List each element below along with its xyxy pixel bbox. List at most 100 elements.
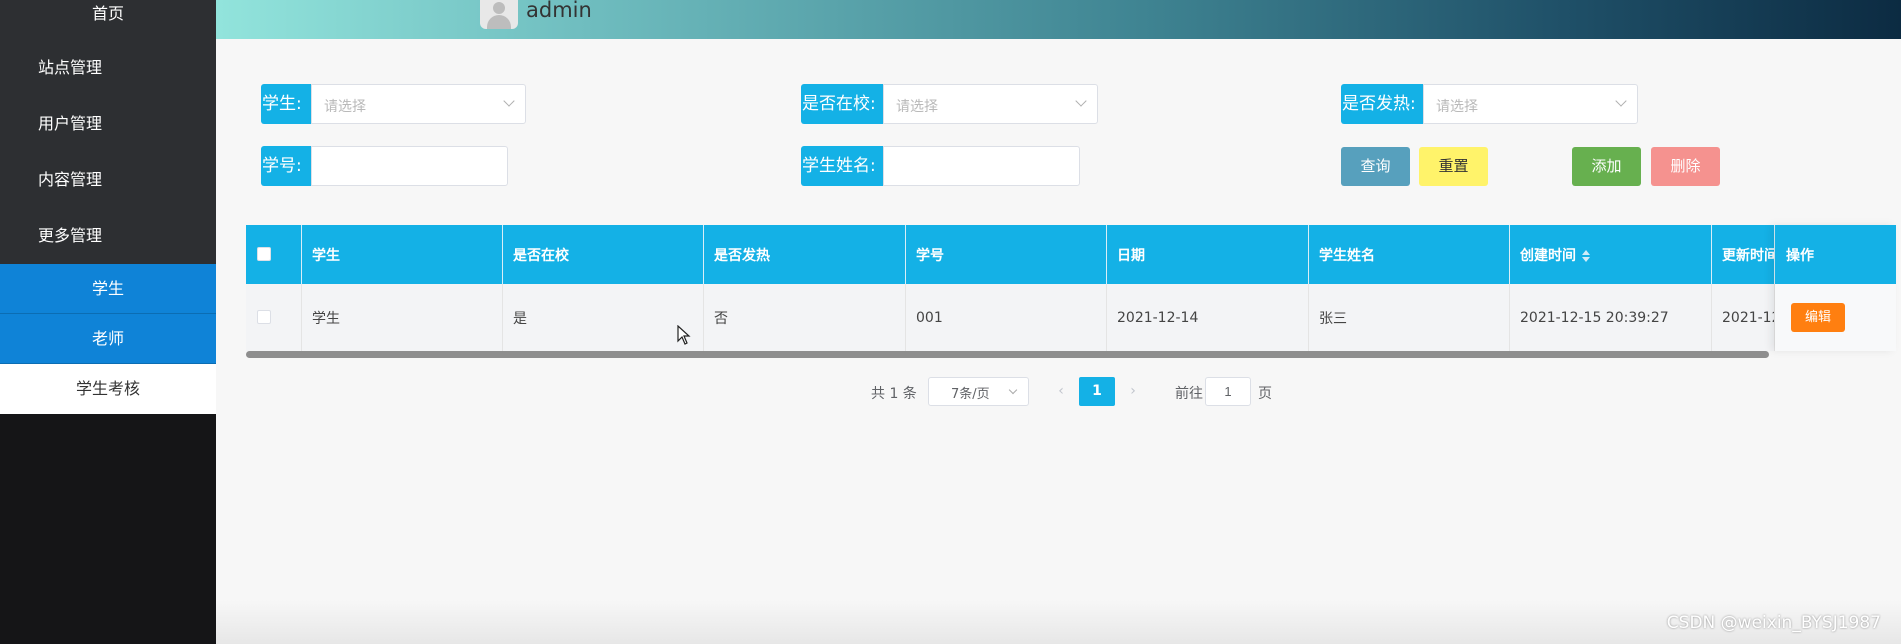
edit-button[interactable]: 编辑	[1791, 303, 1845, 332]
pagination-total: 共 1 条	[871, 386, 917, 402]
chevron-down-icon	[1075, 95, 1087, 107]
avatar-head-icon	[493, 2, 505, 14]
sidebar-item-content-management[interactable]: 内容管理	[0, 152, 216, 208]
column-header-fever[interactable]: 是否发热	[704, 225, 906, 284]
delete-button[interactable]: 删除	[1651, 147, 1720, 186]
cell-text: 张三	[1319, 310, 1347, 327]
horizontal-scrollbar[interactable]	[246, 351, 1769, 358]
query-button[interactable]: 查询	[1341, 147, 1410, 186]
sidebar-subitem-student[interactable]: 学生	[0, 264, 216, 314]
add-button[interactable]: 添加	[1572, 147, 1641, 186]
page-number-current[interactable]: 1	[1079, 377, 1115, 406]
cell-date: 2021-12-14	[1107, 284, 1309, 351]
page-size-value: 7条/页	[951, 387, 990, 402]
student-name-input[interactable]	[883, 146, 1080, 186]
fixed-action-column: 操作 编辑	[1775, 225, 1896, 351]
sidebar-item-label: 更多管理	[38, 226, 103, 245]
table-header: 学生 是否在校 是否发热 学号 日期 学生姓名 创建时间 更新时间	[246, 225, 1896, 284]
column-header-label: 是否在校	[513, 247, 569, 264]
row-select-cell	[246, 284, 302, 351]
sidebar-item-site-management[interactable]: 站点管理	[0, 40, 216, 96]
in-school-select[interactable]: 请选择	[883, 84, 1098, 124]
student-select-placeholder: 请选择	[324, 99, 366, 115]
student-no-input[interactable]	[311, 146, 508, 186]
cell-updated-time: 2021-12	[1712, 284, 1775, 351]
column-header-label: 学生姓名	[1319, 247, 1375, 264]
column-header-date[interactable]: 日期	[1107, 225, 1309, 284]
column-header-label: 学生	[312, 247, 340, 264]
in-school-filter-label: 是否在校:	[801, 84, 884, 124]
watermark: CSDN @weixin_BYSJ1987	[1666, 613, 1881, 633]
cell-in-school: 是	[503, 284, 704, 351]
goto-page-input[interactable]	[1205, 377, 1251, 406]
cell-student-name: 张三	[1309, 284, 1510, 351]
reset-button[interactable]: 重置	[1419, 147, 1488, 186]
sidebar-item-home[interactable]: 首页	[0, 0, 216, 40]
column-header-in-school[interactable]: 是否在校	[503, 225, 704, 284]
sidebar-item-label: 内容管理	[38, 170, 103, 189]
cell-student: 学生	[302, 284, 503, 351]
table-row: 学生 是 否 001 2021-12-14 张三 2021-12-15 20:3…	[246, 284, 1896, 351]
sidebar-subitem-teacher[interactable]: 老师	[0, 314, 216, 364]
column-header-label: 是否发热	[714, 247, 770, 264]
cell-text: 001	[916, 309, 943, 326]
sort-icon[interactable]	[1582, 249, 1590, 262]
chevron-down-icon	[503, 95, 515, 107]
avatar-body-icon	[487, 15, 511, 29]
chevron-down-icon	[1615, 95, 1627, 107]
column-header-student[interactable]: 学生	[302, 225, 503, 284]
student-filter-label: 学生:	[261, 84, 312, 124]
goto-prefix: 前往	[1175, 386, 1203, 402]
column-header-student-no[interactable]: 学号	[906, 225, 1107, 284]
student-no-filter-label: 学号:	[261, 146, 312, 186]
cell-text: 2021-12	[1722, 309, 1775, 326]
cell-text: 2021-12-14	[1117, 309, 1199, 326]
cell-student-no: 001	[906, 284, 1107, 351]
goto-suffix: 页	[1258, 386, 1272, 402]
fever-select-placeholder: 请选择	[1436, 99, 1478, 115]
sidebar-item-label: 站点管理	[38, 58, 103, 77]
select-all-cell	[246, 225, 302, 284]
page-size-select[interactable]: 7条/页	[928, 377, 1029, 406]
student-select[interactable]: 请选择	[311, 84, 526, 124]
username: admin	[526, 0, 592, 22]
sidebar-subitem-label: 老师	[91, 329, 124, 348]
cell-text: 是	[513, 310, 527, 327]
action-cell: 编辑	[1775, 284, 1896, 351]
sidebar-subitem-label: 学生考核	[75, 379, 140, 398]
in-school-select-placeholder: 请选择	[896, 99, 938, 115]
column-header-label-wrap: 创建时间	[1520, 245, 1590, 265]
sidebar-subitem-student-assessment[interactable]: 学生考核	[0, 364, 216, 414]
column-header-label: 操作	[1786, 248, 1814, 264]
prev-page-button[interactable]: ‹	[1043, 377, 1079, 406]
sidebar-item-label: 首页	[91, 4, 124, 23]
sidebar-item-more-management[interactable]: 更多管理	[0, 208, 216, 264]
column-header-label: 创建时间	[1520, 247, 1576, 264]
cell-created-time: 2021-12-15 20:39:27	[1510, 284, 1712, 351]
bottom-shade	[216, 600, 1901, 644]
column-header-student-name[interactable]: 学生姓名	[1309, 225, 1510, 284]
column-header-action: 操作	[1775, 225, 1896, 284]
sidebar-item-label: 用户管理	[38, 114, 103, 133]
column-header-label: 学号	[916, 247, 944, 264]
select-all-checkbox[interactable]	[257, 247, 271, 261]
column-header-updated-time[interactable]: 更新时间	[1712, 225, 1775, 284]
cell-text: 学生	[312, 310, 340, 327]
student-name-filter-label: 学生姓名:	[801, 146, 884, 186]
cell-fever: 否	[704, 284, 906, 351]
column-header-label: 日期	[1117, 247, 1145, 264]
next-page-button[interactable]: ›	[1115, 377, 1151, 406]
mouse-cursor-icon	[677, 325, 691, 345]
row-checkbox[interactable]	[257, 310, 271, 324]
cell-text: 否	[714, 310, 728, 327]
avatar[interactable]	[480, 0, 518, 29]
sidebar-subitem-label: 学生	[91, 279, 124, 298]
chevron-down-icon	[1008, 385, 1018, 395]
fever-filter-label: 是否发热:	[1341, 84, 1424, 124]
sidebar-item-user-management[interactable]: 用户管理	[0, 96, 216, 152]
fever-select[interactable]: 请选择	[1423, 84, 1638, 124]
top-header: admin	[216, 0, 1901, 39]
sidebar: 首页 站点管理 用户管理 内容管理 更多管理 学生 老师 学生考核	[0, 0, 216, 644]
column-header-label: 更新时间	[1722, 247, 1775, 264]
column-header-created-time[interactable]: 创建时间	[1510, 225, 1712, 284]
